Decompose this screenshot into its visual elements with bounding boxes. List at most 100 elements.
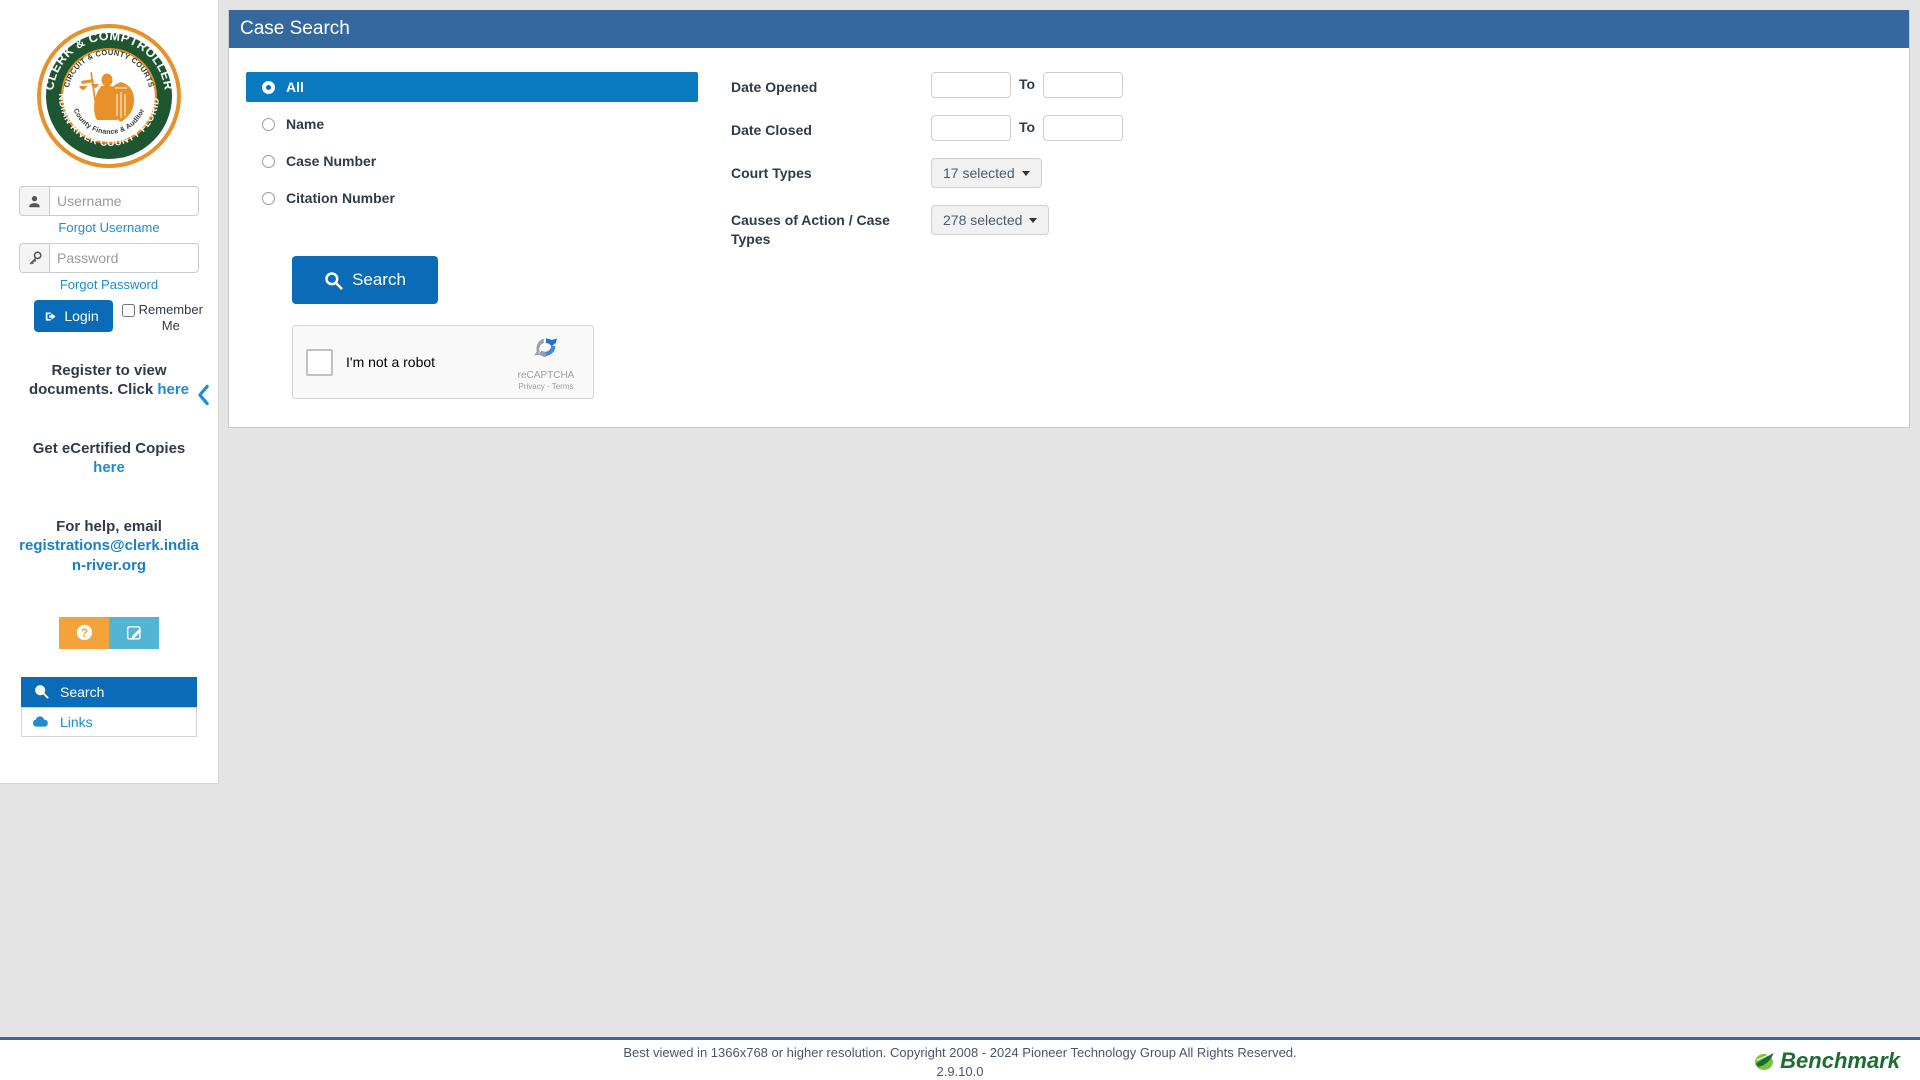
- date-opened-to-label: To: [1019, 76, 1036, 92]
- sign-in-icon: [46, 311, 56, 321]
- recaptcha-terms: Privacy - Terms: [509, 382, 583, 391]
- help-email-promo: For help, email registrations@clerk.indi…: [18, 517, 200, 575]
- sidebar-item-links[interactable]: Links: [21, 706, 197, 737]
- page-title: Case Search: [240, 18, 350, 39]
- chevron-down-icon: [1029, 217, 1038, 223]
- date-opened-from-input[interactable]: [931, 72, 1011, 98]
- recaptcha-separator: -: [546, 382, 550, 391]
- date-closed-to-input[interactable]: [1043, 115, 1124, 141]
- login-button[interactable]: Login: [34, 300, 113, 332]
- footer-version: 2.9.10.0: [936, 1064, 984, 1079]
- key-icon: [19, 243, 49, 273]
- causes-of-action-row: Causes of Action / Case Types 278 select…: [731, 205, 1909, 249]
- search-type-option-all[interactable]: All: [246, 72, 698, 102]
- date-opened-to-input[interactable]: [1043, 72, 1124, 98]
- search-type-option-citation-number[interactable]: Citation Number: [246, 183, 698, 213]
- username-field-row: [19, 186, 199, 216]
- search-button[interactable]: Search: [292, 256, 438, 304]
- pencil-square-icon: [126, 626, 141, 640]
- password-input[interactable]: [49, 243, 199, 273]
- register-text-line2: documents. Click: [28, 380, 154, 398]
- svg-text:?: ?: [80, 627, 87, 640]
- sidebar-item-search[interactable]: Search: [21, 676, 197, 707]
- search-type-label-name: Name: [286, 116, 325, 132]
- password-field-row: [19, 243, 199, 273]
- search-type-option-case-number[interactable]: Case Number: [246, 146, 698, 176]
- username-input[interactable]: [49, 186, 199, 216]
- cloud-icon: [32, 715, 50, 728]
- radio-icon: [262, 154, 275, 168]
- recaptcha-logo-icon: [534, 338, 557, 358]
- search-type-label-citation-number: Citation Number: [286, 190, 395, 206]
- recaptcha-brand: reCAPTCHA Privacy - Terms: [509, 334, 583, 391]
- benchmark-globe-icon: [1755, 1053, 1774, 1070]
- search-type-label-all: All: [286, 79, 304, 95]
- seal-icon: CLERK & COMPTROLLER INDIAN RIVER COUNTY …: [31, 14, 181, 168]
- ecertified-text: Get eCertified Copies: [32, 439, 186, 457]
- login-button-label: Login: [64, 308, 99, 324]
- user-icon: [19, 186, 49, 216]
- forgot-password-link[interactable]: Forgot Password: [8, 277, 210, 292]
- remember-me-checkbox[interactable]: [121, 304, 135, 317]
- register-text-line1: Register to view: [51, 361, 167, 379]
- register-here-link[interactable]: here: [157, 381, 189, 398]
- sidebar-item-search-label: Search: [60, 683, 105, 700]
- court-types-row: Court Types 17 selected: [731, 158, 1909, 188]
- main-body: All Name Case Number Citation Number Sea…: [229, 48, 1909, 427]
- register-promo: Register to view documents. Click here: [18, 361, 200, 399]
- page-footer: Best viewed in 1366x768 or higher resolu…: [0, 1037, 1920, 1080]
- question-mark-icon: ?: [76, 625, 92, 641]
- recaptcha-widget[interactable]: I'm not a robot reCAPTCHA Privacy - Term…: [292, 325, 594, 399]
- sidebar-nav: Search Links: [21, 676, 197, 737]
- sidebar-collapse-toggle[interactable]: [190, 380, 216, 410]
- remember-me-row[interactable]: Remember Me: [121, 300, 203, 335]
- radio-icon: [262, 191, 275, 205]
- ecertified-promo: Get eCertified Copies here: [18, 439, 200, 477]
- benchmark-logo: Benchmark: [1753, 1048, 1900, 1074]
- sidebar: CLERK & COMPTROLLER INDIAN RIVER COUNTY …: [0, 0, 219, 784]
- ecertified-here-link[interactable]: here: [93, 459, 125, 476]
- sidebar-action-buttons: ?: [8, 616, 210, 649]
- magnifier-icon: [32, 684, 50, 699]
- chevron-left-icon: [197, 384, 209, 406]
- recaptcha-terms-link[interactable]: Terms: [552, 382, 574, 391]
- causes-of-action-label: Causes of Action / Case Types: [731, 212, 890, 247]
- date-opened-row: Date Opened To: [731, 72, 1909, 98]
- recaptcha-brand-name: reCAPTCHA: [517, 370, 575, 381]
- sidebar-item-links-label: Links: [60, 713, 93, 730]
- date-closed-row: Date Closed To: [731, 115, 1909, 141]
- radio-icon: [262, 117, 275, 131]
- help-button[interactable]: ?: [59, 616, 109, 649]
- recaptcha-checkbox[interactable]: [306, 348, 333, 376]
- causes-of-action-dropdown[interactable]: 278 selected: [931, 205, 1050, 235]
- court-types-value: 17 selected: [943, 165, 1015, 181]
- search-type-column: All Name Case Number Citation Number Sea…: [229, 72, 709, 399]
- court-types-label: Court Types: [731, 165, 812, 181]
- recaptcha-privacy-link[interactable]: Privacy: [519, 382, 545, 391]
- search-type-option-name[interactable]: Name: [246, 109, 698, 139]
- benchmark-label: Benchmark: [1780, 1048, 1900, 1073]
- footer-copyright: Best viewed in 1366x768 or higher resolu…: [623, 1045, 1297, 1060]
- filters-column: Date Opened To Date Closed To Court Type…: [709, 72, 1909, 399]
- search-type-radio-group: All Name Case Number Citation Number: [246, 72, 698, 213]
- date-closed-label: Date Closed: [731, 122, 812, 138]
- date-opened-label: Date Opened: [731, 79, 818, 95]
- clerk-comptroller-seal-logo: CLERK & COMPTROLLER INDIAN RIVER COUNTY …: [31, 14, 183, 170]
- recaptcha-label: I'm not a robot: [346, 354, 436, 370]
- search-type-label-case-number: Case Number: [286, 153, 377, 169]
- court-types-dropdown[interactable]: 17 selected: [931, 158, 1042, 188]
- page-root: CLERK & COMPTROLLER INDIAN RIVER COUNTY …: [0, 0, 1920, 1080]
- login-row: Login Remember Me: [19, 300, 203, 335]
- search-button-label: Search: [352, 270, 406, 289]
- chevron-down-icon: [1021, 170, 1030, 176]
- help-email-link[interactable]: registrations@clerk.indian-river.org: [19, 537, 199, 573]
- forgot-username-link[interactable]: Forgot Username: [8, 220, 210, 235]
- help-email-text: For help, email: [56, 518, 162, 536]
- radio-icon: [262, 80, 275, 94]
- feedback-button[interactable]: [109, 616, 159, 649]
- date-closed-to-label: To: [1019, 119, 1036, 135]
- date-closed-from-input[interactable]: [931, 115, 1011, 141]
- remember-me-label: Remember Me: [138, 302, 203, 334]
- magnifier-icon: [325, 271, 343, 290]
- page-title-bar: Case Search: [229, 10, 1909, 48]
